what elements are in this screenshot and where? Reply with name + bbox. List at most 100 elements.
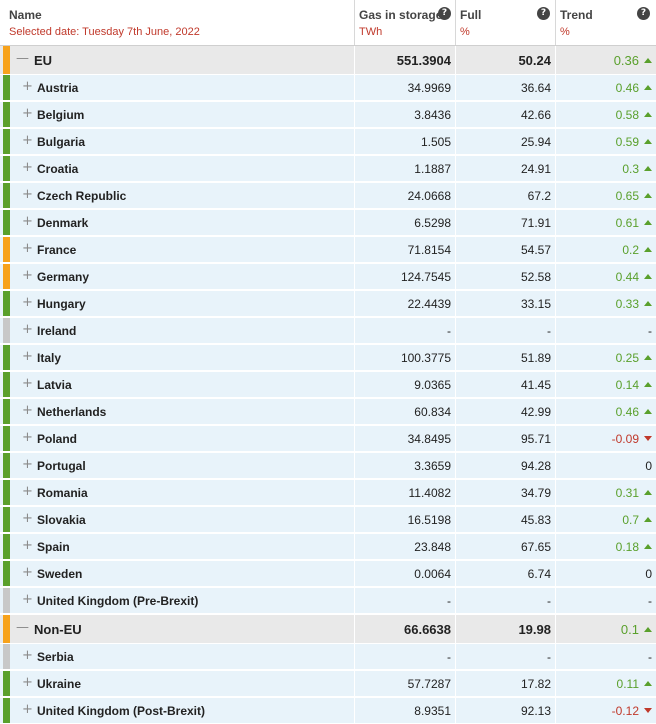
expand-icon[interactable]: + — [22, 214, 33, 229]
full-help-icon[interactable]: ? — [537, 7, 550, 20]
expand-icon[interactable]: + — [22, 133, 33, 148]
trend-cell: 0.1 — [555, 615, 656, 643]
table-row[interactable]: + Latvia 9.0365 41.45 0.14 — [0, 372, 656, 398]
status-color-bar — [3, 129, 10, 154]
full-value: - — [547, 594, 551, 608]
table-row[interactable]: + United Kingdom (Post-Brexit) 8.9351 92.13… — [0, 698, 656, 724]
table-row[interactable]: + Netherlands 60.834 42.99 0.46 — [0, 399, 656, 425]
expand-icon[interactable]: + — [22, 106, 33, 121]
table-row[interactable]: + Poland 34.8495 95.71 -0.09 — [0, 426, 656, 452]
trend-indicator: 0 — [645, 459, 652, 473]
expand-icon[interactable]: + — [22, 511, 33, 526]
expand-icon[interactable]: + — [22, 430, 33, 445]
trend-up-icon — [644, 220, 652, 226]
expand-icon[interactable]: + — [22, 79, 33, 94]
table-row[interactable]: + Bulgaria 1.505 25.94 0.59 — [0, 129, 656, 155]
storage-cell: 16.5198 — [354, 507, 455, 532]
expand-icon[interactable]: + — [22, 538, 33, 553]
collapse-icon[interactable]: — — [16, 51, 29, 66]
table-row[interactable]: + Czech Republic 24.0668 67.2 0.65 — [0, 183, 656, 209]
full-value: - — [547, 324, 551, 338]
table-row[interactable]: + Serbia - - - — [0, 644, 656, 670]
row-name: Latvia — [37, 378, 72, 392]
trend-up-icon — [644, 166, 652, 172]
table-row[interactable]: + Portugal 3.3659 94.28 0 — [0, 453, 656, 479]
table-row[interactable]: + Spain 23.848 67.65 0.18 — [0, 534, 656, 560]
expand-icon[interactable]: + — [22, 241, 33, 256]
expand-icon[interactable]: + — [22, 160, 33, 175]
full-value: 50.24 — [518, 53, 551, 68]
expand-icon[interactable]: + — [22, 565, 33, 580]
group-row[interactable]: — Non-EU 66.6638 19.98 0.1 — [0, 615, 656, 644]
expand-icon[interactable]: + — [22, 702, 33, 717]
column-header-full[interactable]: Full % ? — [455, 0, 555, 45]
table-row[interactable]: + Hungary 22.4439 33.15 0.33 — [0, 291, 656, 317]
expand-icon[interactable]: + — [22, 457, 33, 472]
row-name: Romania — [37, 486, 88, 500]
table-row[interactable]: + Germany 124.7545 52.58 0.44 — [0, 264, 656, 290]
trend-value: 0.33 — [615, 297, 639, 311]
column-header-storage[interactable]: Gas in storage TWh ? — [354, 0, 455, 45]
full-value: 33.15 — [520, 297, 551, 311]
table-row[interactable]: + Romania 11.4082 34.79 0.31 — [0, 480, 656, 506]
storage-value: 60.834 — [414, 405, 451, 419]
expand-icon[interactable]: + — [22, 648, 33, 663]
row-name: Germany — [37, 270, 90, 284]
full-cell: 17.82 — [455, 671, 555, 696]
trend-cell: -0.09 — [555, 426, 656, 451]
table-row[interactable]: + Slovakia 16.5198 45.83 0.7 — [0, 507, 656, 533]
storage-cell: 60.834 — [354, 399, 455, 424]
storage-cell: 551.3904 — [354, 46, 455, 74]
table-row[interactable]: + France 71.8154 54.57 0.2 — [0, 237, 656, 263]
collapse-icon[interactable]: — — [16, 620, 29, 635]
storage-cell: - — [354, 644, 455, 669]
storage-help-icon[interactable]: ? — [438, 7, 451, 20]
storage-cell: 23.848 — [354, 534, 455, 559]
row-name: Poland — [37, 432, 78, 446]
trend-help-icon[interactable]: ? — [637, 7, 650, 20]
column-header-trend[interactable]: Trend % ? — [555, 0, 656, 45]
status-color-bar — [3, 480, 10, 505]
trend-indicator: -0.12 — [612, 704, 652, 718]
expand-icon[interactable]: + — [22, 376, 33, 391]
full-cell: 51.89 — [455, 345, 555, 370]
expand-icon[interactable]: + — [22, 187, 33, 202]
trend-indicator: 0 — [645, 567, 652, 581]
row-name: Denmark — [37, 216, 89, 230]
expand-icon[interactable]: + — [22, 322, 33, 337]
row-name: United Kingdom (Post-Brexit) — [37, 704, 205, 718]
column-header-name[interactable]: Name Selected date: Tuesday 7th June, 20… — [0, 0, 354, 45]
table-row[interactable]: + Austria 34.9969 36.64 0.46 — [0, 75, 656, 101]
trend-cell: -0.12 — [555, 698, 656, 723]
expand-icon[interactable]: + — [22, 592, 33, 607]
table-row[interactable]: + Ireland - - - — [0, 318, 656, 344]
expand-icon[interactable]: + — [22, 268, 33, 283]
trend-value: 0.31 — [615, 486, 639, 500]
trend-cell: 0.14 — [555, 372, 656, 397]
storage-value: 1.1887 — [414, 162, 451, 176]
full-value: 95.71 — [520, 432, 551, 446]
trend-indicator: - — [648, 324, 652, 338]
full-cell: 52.58 — [455, 264, 555, 289]
trend-indicator: 0.11 — [617, 677, 652, 691]
trend-cell: 0.61 — [555, 210, 656, 235]
expand-icon[interactable]: + — [22, 403, 33, 418]
trend-cell: 0.59 — [555, 129, 656, 154]
expand-icon[interactable]: + — [22, 675, 33, 690]
table-row[interactable]: + Denmark 6.5298 71.91 0.61 — [0, 210, 656, 236]
expand-icon[interactable]: + — [22, 295, 33, 310]
table-row[interactable]: + Croatia 1.1887 24.91 0.3 — [0, 156, 656, 182]
trend-cell: 0 — [555, 453, 656, 478]
trend-indicator: 0.46 — [616, 405, 652, 419]
full-value: 71.91 — [520, 216, 551, 230]
table-row[interactable]: + Sweden 0.0064 6.74 0 — [0, 561, 656, 587]
table-row[interactable]: + Ukraine 57.7287 17.82 0.11 — [0, 671, 656, 697]
status-color-bar — [3, 345, 10, 370]
table-row[interactable]: + Italy 100.3775 51.89 0.25 — [0, 345, 656, 371]
table-row[interactable]: + United Kingdom (Pre-Brexit) - - - — [0, 588, 656, 614]
row-name: Non-EU — [34, 622, 82, 637]
expand-icon[interactable]: + — [22, 349, 33, 364]
expand-icon[interactable]: + — [22, 484, 33, 499]
table-row[interactable]: + Belgium 3.8436 42.66 0.58 — [0, 102, 656, 128]
group-row[interactable]: — EU 551.3904 50.24 0.36 — [0, 46, 656, 75]
